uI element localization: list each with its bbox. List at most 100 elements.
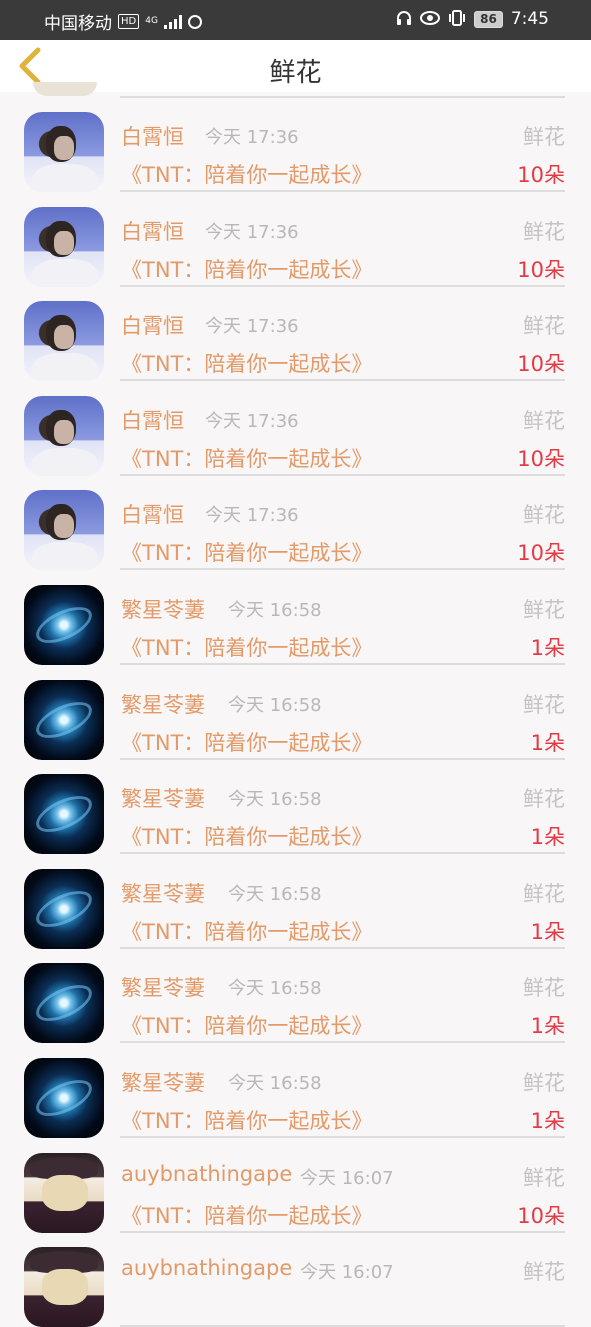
gift-count: 1朵	[530, 636, 565, 660]
gift-count: 1朵	[530, 919, 565, 944]
gift-category: 鲜花	[523, 503, 565, 528]
timestamp: 今天 16:58	[228, 789, 322, 811]
avatar[interactable]	[24, 490, 104, 571]
book-title[interactable]: 《TNT：陪着你一起成长》	[121, 254, 372, 284]
user-name[interactable]: 繁星苓萋	[121, 1067, 205, 1097]
timestamp: 今天 16:58	[228, 1073, 322, 1094]
user-name[interactable]: 白霄恒	[121, 499, 184, 529]
status-bar: 中国移动 HD 4G 86 7:45	[0, 0, 591, 40]
book-title[interactable]: 《TNT：陪着你一起成长》	[121, 1105, 372, 1135]
timestamp: 今天 17:36	[205, 410, 299, 432]
book-title[interactable]: 《TNT：陪着你一起成长》	[121, 916, 372, 946]
gift-category: 鲜花	[523, 1071, 565, 1095]
list-item[interactable]: 白霄恒 今天 17:36 鲜花《TNT：陪着你一起成长》 10朵	[0, 470, 591, 571]
avatar[interactable]	[24, 679, 104, 760]
list-item[interactable]: 白霄恒 今天 17:36 鲜花《TNT：陪着你一起成长》 10朵	[0, 376, 591, 476]
gift-category: 鲜花	[523, 1260, 565, 1285]
list-item[interactable]: auybnathingape 今天 16:07 鲜花《TNT：陪着你一起成长》 10朵	[0, 1133, 591, 1233]
gift-count: 10朵	[517, 1203, 565, 1228]
gift-category: 鲜花	[523, 125, 565, 149]
book-title[interactable]: 《TNT：陪着你一起成长》	[121, 443, 372, 473]
clock: 7:45	[510, 9, 549, 29]
list-item[interactable]: 繁星苓萋 今天 16:58 鲜花《TNT：陪着你一起成长》 1朵	[0, 1038, 591, 1138]
timestamp: 今天 17:36	[205, 505, 299, 527]
gift-category: 鲜花	[523, 787, 565, 812]
avatar[interactable]	[24, 1247, 104, 1327]
user-name[interactable]: auybnathingape	[121, 1256, 292, 1280]
gift-category: 鲜花	[523, 881, 565, 906]
headphones-icon	[396, 10, 412, 29]
vibrate-icon	[448, 9, 466, 29]
list-item[interactable]: auybnathingape 今天 16:07 鲜花	[0, 1227, 591, 1327]
book-title[interactable]: 《TNT：陪着你一起成长》	[121, 537, 372, 567]
gift-count: 1朵	[530, 1109, 565, 1133]
eye-icon	[420, 10, 441, 28]
gift-count: 10朵	[517, 446, 565, 471]
user-name[interactable]: 繁星苓萋	[121, 689, 205, 719]
gift-count: 1朵	[530, 1014, 565, 1039]
user-name[interactable]: 繁星苓萋	[121, 878, 205, 908]
timestamp: 今天 16:58	[228, 978, 322, 1000]
list-item[interactable]: 繁星苓萋 今天 16:58 鲜花《TNT：陪着你一起成长》 1朵	[0, 943, 591, 1044]
avatar[interactable]	[24, 585, 104, 665]
timestamp: 今天 16:58	[228, 600, 322, 621]
book-title[interactable]: 《TNT：陪着你一起成长》	[121, 632, 372, 662]
timestamp: 今天 17:36	[205, 316, 299, 338]
user-name[interactable]: 白霄恒	[121, 310, 184, 340]
avatar[interactable]	[24, 395, 104, 476]
list-item[interactable]: 繁星苓萋 今天 16:58 鲜花《TNT：陪着你一起成长》 1朵	[0, 849, 591, 949]
book-title[interactable]: 《TNT：陪着你一起成长》	[121, 1010, 372, 1040]
gift-category: 鲜花	[523, 976, 565, 1001]
gift-category: 鲜花	[523, 219, 565, 244]
globe-icon	[187, 14, 202, 29]
avatar[interactable]	[24, 1152, 104, 1233]
list-item[interactable]: 繁星苓萋 今天 16:58 鲜花《TNT：陪着你一起成长》 1朵	[0, 565, 591, 665]
timestamp: 今天 16:58	[228, 694, 322, 716]
carrier-label: 中国移动	[44, 14, 112, 34]
hd-badge: HD	[118, 14, 140, 29]
timestamp: 今天 17:36	[205, 127, 299, 148]
timestamp: 今天 16:07	[300, 1167, 394, 1189]
avatar[interactable]	[24, 1058, 104, 1138]
gift-count: 10朵	[517, 163, 565, 187]
book-title[interactable]: 《TNT：陪着你一起成长》	[121, 348, 372, 378]
gift-category: 鲜花	[523, 314, 565, 339]
list-item[interactable]: 白霄恒 今天 17:36 鲜花《TNT：陪着你一起成长》 10朵	[0, 281, 591, 382]
avatar[interactable]	[24, 301, 104, 382]
gift-count: 1朵	[530, 825, 565, 850]
avatar[interactable]	[24, 774, 104, 855]
user-name[interactable]: 繁星苓萋	[121, 594, 205, 624]
timestamp: 今天 17:36	[205, 221, 299, 243]
list-item[interactable]: 白霄恒 今天 17:36 鲜花《TNT：陪着你一起成长》 10朵	[0, 92, 591, 192]
gift-category: 鲜花	[523, 692, 565, 717]
book-title[interactable]: 《TNT：陪着你一起成长》	[121, 1200, 372, 1230]
book-title[interactable]: 《TNT：陪着你一起成长》	[121, 821, 372, 851]
timestamp: 今天 16:58	[228, 883, 322, 905]
avatar[interactable]	[24, 963, 104, 1044]
list-item[interactable]: 繁星苓萋 今天 16:58 鲜花《TNT：陪着你一起成长》 1朵	[0, 660, 591, 760]
avatar[interactable]	[24, 868, 104, 949]
user-name[interactable]: 白霄恒	[121, 121, 184, 151]
book-title[interactable]: 《TNT：陪着你一起成长》	[121, 727, 372, 757]
gift-count: 10朵	[517, 257, 565, 282]
gift-category: 鲜花	[523, 1165, 565, 1190]
gift-count: 1朵	[530, 730, 565, 755]
list-item[interactable]: 繁星苓萋 今天 16:58 鲜花《TNT：陪着你一起成长》 1朵	[0, 754, 591, 855]
network-label: 4G	[145, 16, 158, 26]
book-title[interactable]: 《TNT：陪着你一起成长》	[121, 159, 372, 189]
gift-count: 10朵	[517, 352, 565, 377]
avatar[interactable]	[24, 112, 104, 192]
battery-indicator: 86	[474, 10, 503, 28]
gift-count: 10朵	[517, 541, 565, 566]
avatar[interactable]	[24, 206, 104, 287]
user-name[interactable]: 繁星苓萋	[121, 783, 205, 813]
gift-category: 鲜花	[523, 598, 565, 622]
user-name[interactable]: 白霄恒	[121, 216, 184, 246]
user-name[interactable]: 白霄恒	[121, 405, 184, 435]
user-name[interactable]: 繁星苓萋	[121, 972, 205, 1002]
gift-category: 鲜花	[523, 408, 565, 433]
signal-icon	[163, 14, 182, 29]
timestamp: 今天 16:07	[300, 1262, 394, 1284]
list-item[interactable]: 白霄恒 今天 17:36 鲜花《TNT：陪着你一起成长》 10朵	[0, 187, 591, 287]
user-name[interactable]: auybnathingape	[121, 1162, 292, 1186]
